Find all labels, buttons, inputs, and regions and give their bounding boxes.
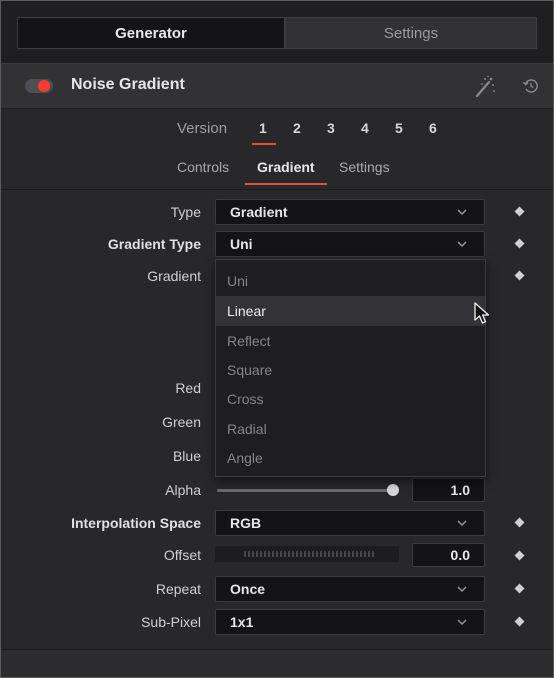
green-label: Green [162,414,201,430]
keyframe-diamond[interactable] [514,583,525,594]
tab-sub-settings[interactable]: Settings [339,159,390,175]
offset-label: Offset [163,547,201,563]
repeat-select[interactable]: Once [215,576,485,602]
dropdown-option-angle[interactable]: Angle [216,443,485,473]
keyframe-diamond[interactable] [514,550,525,561]
version-label: Version [177,120,228,137]
dropdown-option-reflect[interactable]: Reflect [216,326,485,356]
interpolation-space-select[interactable]: RGB [215,510,485,536]
chevron-down-icon [457,619,467,625]
reset-icon[interactable] [521,76,541,96]
chevron-down-icon [457,520,467,526]
interpolation-space-label: Interpolation Space [71,515,201,531]
sub-tab-active-indicator [245,183,327,185]
gradient-label: Gradient [147,268,201,284]
gradient-type-value: Uni [230,236,253,252]
repeat-label: Repeat [155,581,201,597]
chevron-down-icon [457,241,467,247]
tab-settings[interactable]: Settings [285,17,537,49]
version-5[interactable]: 5 [395,120,403,136]
alpha-slider-track[interactable] [217,489,395,492]
alpha-slider-knob[interactable] [387,484,399,496]
alpha-label: Alpha [165,482,201,498]
version-3[interactable]: 3 [327,120,335,136]
repeat-value: Once [230,581,266,597]
keyframe-diamond[interactable] [514,616,525,627]
gradient-type-label: Gradient Type [107,236,201,252]
tool-title: Noise Gradient [71,76,185,93]
chevron-down-icon [457,586,467,592]
dropdown-option-radial[interactable]: Radial [216,414,485,444]
chevron-down-icon [457,209,467,215]
keyframe-diamond[interactable] [514,238,525,249]
alpha-value-field[interactable]: 1.0 [412,478,485,502]
offset-value-field[interactable]: 0.0 [412,543,485,567]
panel-footer [1,650,553,677]
version-active-indicator [252,143,276,145]
inspector-panel: Generator Settings Noise Gradient Versio… [0,0,554,678]
sub-tab-bar: Controls Gradient Settings [1,149,553,190]
interpolation-space-value: RGB [230,515,262,531]
gradient-type-dropdown-menu: Uni Linear Reflect Square Cross Radial A… [215,259,486,477]
version-2[interactable]: 2 [293,120,301,136]
blue-label: Blue [172,448,201,464]
version-6[interactable]: 6 [429,120,437,136]
tool-header: Noise Gradient [1,64,553,109]
version-row: Version 1 2 3 4 5 6 [1,109,553,149]
version-4[interactable]: 4 [361,120,369,136]
gradient-type-select[interactable]: Uni [215,231,485,257]
dropdown-option-uni[interactable]: Uni [216,266,485,296]
type-select[interactable]: Gradient [215,199,485,225]
dropdown-option-square[interactable]: Square [216,355,485,385]
keyframe-diamond[interactable] [514,517,525,528]
tab-generator[interactable]: Generator [17,17,285,49]
type-value: Gradient [230,204,288,220]
sub-pixel-label: Sub-Pixel [141,614,201,630]
version-1[interactable]: 1 [259,120,267,136]
dropdown-option-linear[interactable]: Linear [216,296,485,326]
type-label: Type [170,204,201,220]
magic-wand-icon[interactable] [471,74,497,100]
top-tab-bar: Generator Settings [1,1,553,64]
keyframe-diamond[interactable] [514,206,525,217]
tab-controls[interactable]: Controls [177,159,229,175]
dropdown-option-cross[interactable]: Cross [216,384,485,414]
sub-pixel-select[interactable]: 1x1 [215,609,485,635]
toggle-knob [38,80,50,92]
mouse-pointer-icon [474,302,490,324]
sub-pixel-value: 1x1 [230,614,254,630]
tab-gradient[interactable]: Gradient [257,159,315,175]
tool-enable-toggle[interactable] [25,79,53,93]
red-label: Red [175,380,201,396]
offset-thumbwheel[interactable] [215,546,399,562]
keyframe-diamond[interactable] [514,270,525,281]
